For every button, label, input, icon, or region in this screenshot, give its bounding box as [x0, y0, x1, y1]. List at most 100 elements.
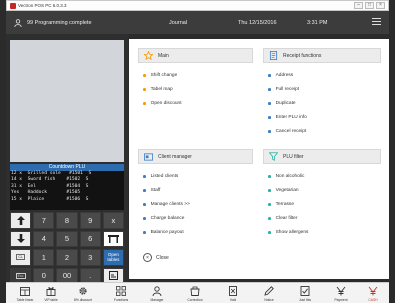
- key-4[interactable]: 4: [33, 230, 55, 247]
- menu-item-label: Staff: [150, 188, 161, 193]
- arrow-down-key[interactable]: [10, 230, 32, 247]
- bullet: [268, 231, 271, 234]
- time-display: 3:31 PM: [307, 19, 328, 26]
- functions-button[interactable]: Functions: [106, 283, 136, 303]
- escape-key-label: Esc: [15, 272, 26, 279]
- maximize-button[interactable]: □: [365, 2, 374, 9]
- menu-item-label: Listed clients: [150, 174, 179, 179]
- user-icon: [14, 18, 22, 27]
- menu-item-label: Full receipt: [275, 87, 300, 92]
- plu-line[interactable]: 15 x Plaice #1506 S: [10, 197, 124, 203]
- correction-button[interactable]: Correction: [180, 283, 210, 303]
- correction-icon: [189, 286, 201, 297]
- open-tables-button[interactable]: Open tables: [102, 249, 124, 266]
- toolbar-label: Manager: [150, 297, 164, 302]
- section-receipt-title: Receipt functions: [283, 52, 322, 59]
- key-9[interactable]: 9: [79, 212, 101, 229]
- table-key[interactable]: [102, 230, 124, 247]
- void-button[interactable]: Void: [218, 283, 248, 303]
- menu-item-label: Cancel receipt: [275, 129, 307, 134]
- payment-button[interactable]: Payment: [326, 283, 356, 303]
- menu-item-cancel-receipt[interactable]: Cancel receipt: [268, 129, 306, 134]
- bullet: [143, 231, 146, 234]
- minimize-button[interactable]: –: [354, 2, 363, 9]
- toolbar-label: CASH: [368, 297, 378, 302]
- menu-item-label: Manage clients >>: [150, 202, 190, 207]
- toolbar-label: Correction: [187, 297, 203, 302]
- menu-item-tabel-map[interactable]: Tabel map: [143, 87, 173, 92]
- key-7[interactable]: 7: [33, 212, 55, 229]
- menu-item-balance-payout[interactable]: Balance payout: [143, 230, 184, 235]
- just-this-button[interactable]: Just this: [290, 283, 320, 303]
- clear-key-label: CL: [16, 254, 25, 261]
- bullet: [268, 189, 271, 192]
- bullet: [268, 116, 271, 119]
- menu-item-open-discount[interactable]: Open discount: [143, 101, 182, 106]
- toolbar-label: Table linear: [16, 297, 34, 302]
- bullet: [143, 189, 146, 192]
- status-bar: 99 Programming complete Journal Thu 12/1…: [6, 11, 389, 34]
- menu-item-shift-change[interactable]: Shift change: [143, 73, 177, 78]
- menu-item-charge-balance[interactable]: Charge balance: [143, 216, 184, 221]
- cash-icon: [367, 286, 379, 297]
- multiply-key[interactable]: x: [102, 212, 124, 229]
- menu-item-label: Non alcoholic: [275, 174, 305, 179]
- table-icon: [19, 286, 31, 297]
- manager-icon: [151, 286, 163, 297]
- left-panel: Countdown PLU 12 x Grilled sole #1501 S …: [6, 34, 128, 284]
- menu-item-non-alcoholic[interactable]: Non alcoholic: [268, 174, 304, 179]
- bullet: [268, 102, 271, 105]
- key-8[interactable]: 8: [56, 212, 78, 229]
- menu-icon[interactable]: [372, 18, 381, 26]
- function-menu: Main Shift change Tabel map Open discoun…: [129, 39, 389, 279]
- menu-item-clear-filter[interactable]: Clear filter: [268, 216, 297, 221]
- filter-icon: [269, 152, 278, 161]
- toolbar-label: Void: [229, 297, 237, 302]
- menu-item-label: Clear filter: [275, 216, 298, 221]
- manager-button[interactable]: Manager: [142, 283, 172, 303]
- subtotal-icon: [108, 271, 118, 281]
- menu-item-terrasse[interactable]: Terrasse: [268, 202, 294, 207]
- toolbar-label: VIP table: [44, 297, 58, 302]
- key-1[interactable]: 1: [33, 249, 55, 266]
- journal-label[interactable]: Journal: [169, 20, 187, 26]
- cash-button[interactable]: CASH: [358, 283, 388, 303]
- payment-icon: [335, 286, 347, 297]
- key-2[interactable]: 2: [56, 249, 78, 266]
- arrow-up-icon: [16, 215, 25, 225]
- gift-icon: [45, 286, 57, 297]
- menu-item-address[interactable]: Address: [268, 73, 293, 78]
- pencil-icon: [263, 286, 275, 297]
- arrow-up-key[interactable]: [10, 212, 32, 229]
- bullet: [268, 88, 271, 91]
- menu-item-show-allergens[interactable]: Show allergens: [268, 230, 308, 235]
- menu-item-manage-clients[interactable]: Manage clients >>: [143, 202, 190, 207]
- section-main-title: Main: [158, 52, 169, 59]
- star-icon: [144, 51, 153, 60]
- menu-item-full-receipt[interactable]: Full receipt: [268, 87, 299, 92]
- menu-item-label: Charge balance: [150, 216, 185, 221]
- close-window-button[interactable]: ×: [376, 2, 385, 9]
- menu-item-enter-plu-info[interactable]: Enter PLU info: [268, 115, 307, 120]
- close-label: Close: [156, 254, 169, 261]
- key-6[interactable]: 6: [79, 230, 101, 247]
- vip-table-button[interactable]: VIP table: [36, 283, 66, 303]
- key-5[interactable]: 5: [56, 230, 78, 247]
- menu-item-label: Show allergens: [275, 230, 309, 235]
- void-icon: [227, 286, 239, 297]
- clear-key[interactable]: CL: [10, 249, 32, 266]
- numeric-keypad: 7 8 9 x 4 5 6 CL 1 2 3 Open tables Esc 0…: [10, 212, 124, 284]
- menu-item-staff[interactable]: Staff: [143, 188, 160, 193]
- toolbar-label: Notice: [264, 297, 274, 302]
- section-receipt-header: Receipt functions: [263, 48, 381, 63]
- close-menu-button[interactable]: × Close: [143, 253, 169, 262]
- menu-item-vegetarian[interactable]: Vegetarian: [268, 188, 299, 193]
- functions-icon: [115, 286, 127, 297]
- discount-button[interactable]: 8% discount: [68, 283, 98, 303]
- menu-item-duplicate[interactable]: Duplicate: [268, 101, 296, 106]
- key-3[interactable]: 3: [79, 249, 101, 266]
- notice-button[interactable]: Notice: [254, 283, 284, 303]
- menu-item-listed-clients[interactable]: Listed clients: [143, 174, 178, 179]
- toolbar-label: Functions: [113, 297, 129, 302]
- app-icon: [10, 2, 16, 9]
